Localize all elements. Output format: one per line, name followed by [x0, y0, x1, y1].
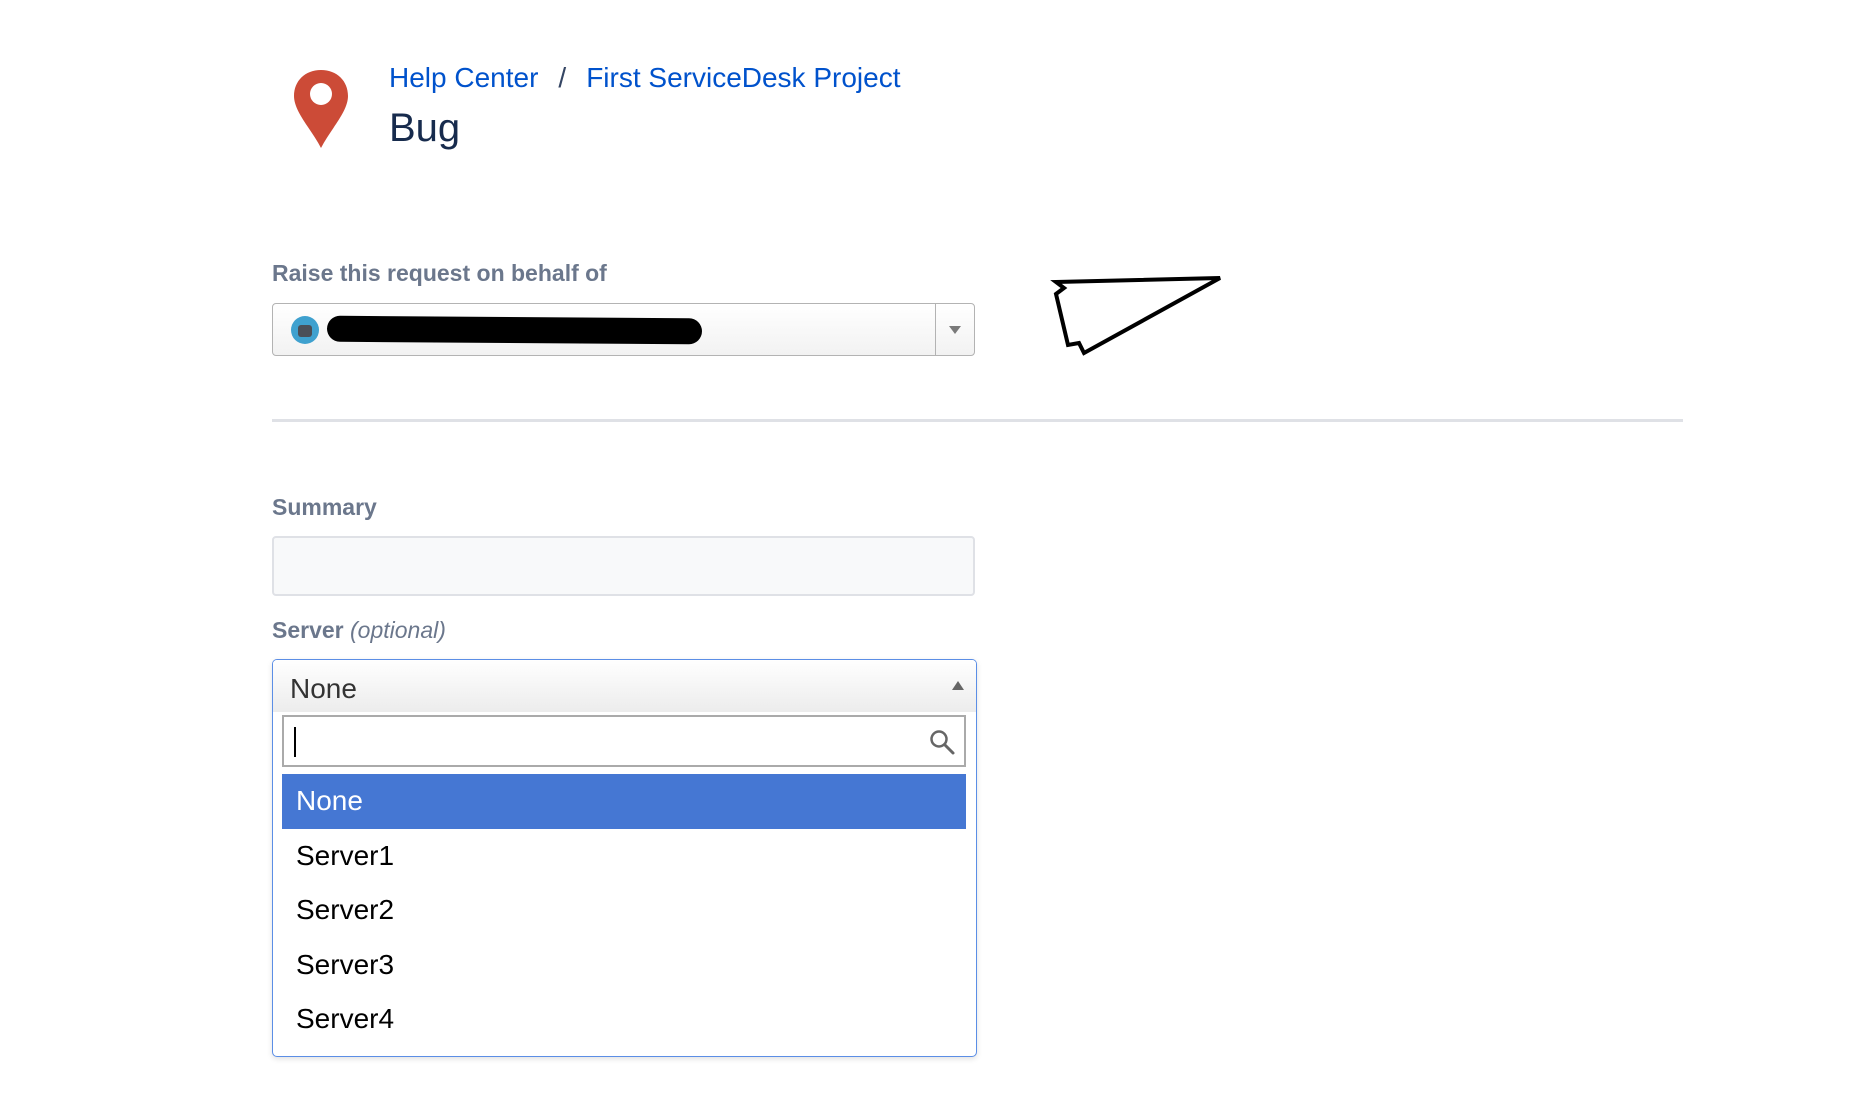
server-option-server4[interactable]: Server4	[282, 992, 966, 1047]
text-cursor	[294, 727, 296, 757]
server-option-server2[interactable]: Server2	[282, 883, 966, 938]
page-title: Bug	[389, 106, 461, 150]
user-avatar	[291, 316, 319, 344]
server-search-input[interactable]	[282, 715, 966, 767]
summary-input[interactable]	[272, 536, 975, 596]
server-optional-tag: (optional)	[350, 617, 446, 643]
redaction-mark	[326, 315, 703, 345]
server-option-none[interactable]: None	[282, 774, 966, 829]
breadcrumb-separator: /	[558, 62, 567, 93]
breadcrumb-help-center-link[interactable]: Help Center	[389, 62, 538, 94]
breadcrumb-project-link[interactable]: First ServiceDesk Project	[586, 62, 900, 94]
server-select-header[interactable]: None	[273, 660, 976, 712]
server-select[interactable]: None None Server1 Server2 Server3 Server…	[272, 659, 977, 1057]
chevron-up-icon	[952, 681, 964, 690]
location-pin-icon	[294, 70, 348, 148]
search-icon	[930, 730, 955, 755]
behalf-label: Raise this request on behalf of	[272, 260, 607, 286]
summary-label: Summary	[272, 494, 377, 520]
breadcrumb: Help Center / First ServiceDesk Project	[389, 62, 900, 94]
server-label-text: Server	[272, 617, 344, 643]
behalf-user-select[interactable]	[272, 303, 975, 356]
server-options-list: None Server1 Server2 Server3 Server4	[282, 774, 966, 1047]
annotation-drawing	[1050, 276, 1221, 356]
behalf-dropdown-button[interactable]	[935, 304, 974, 355]
server-option-server3[interactable]: Server3	[282, 938, 966, 993]
chevron-down-icon	[949, 325, 961, 334]
server-label: Server (optional)	[272, 617, 446, 644]
server-selected-value: None	[290, 673, 357, 704]
section-divider	[272, 419, 1683, 422]
server-option-server1[interactable]: Server1	[282, 829, 966, 884]
